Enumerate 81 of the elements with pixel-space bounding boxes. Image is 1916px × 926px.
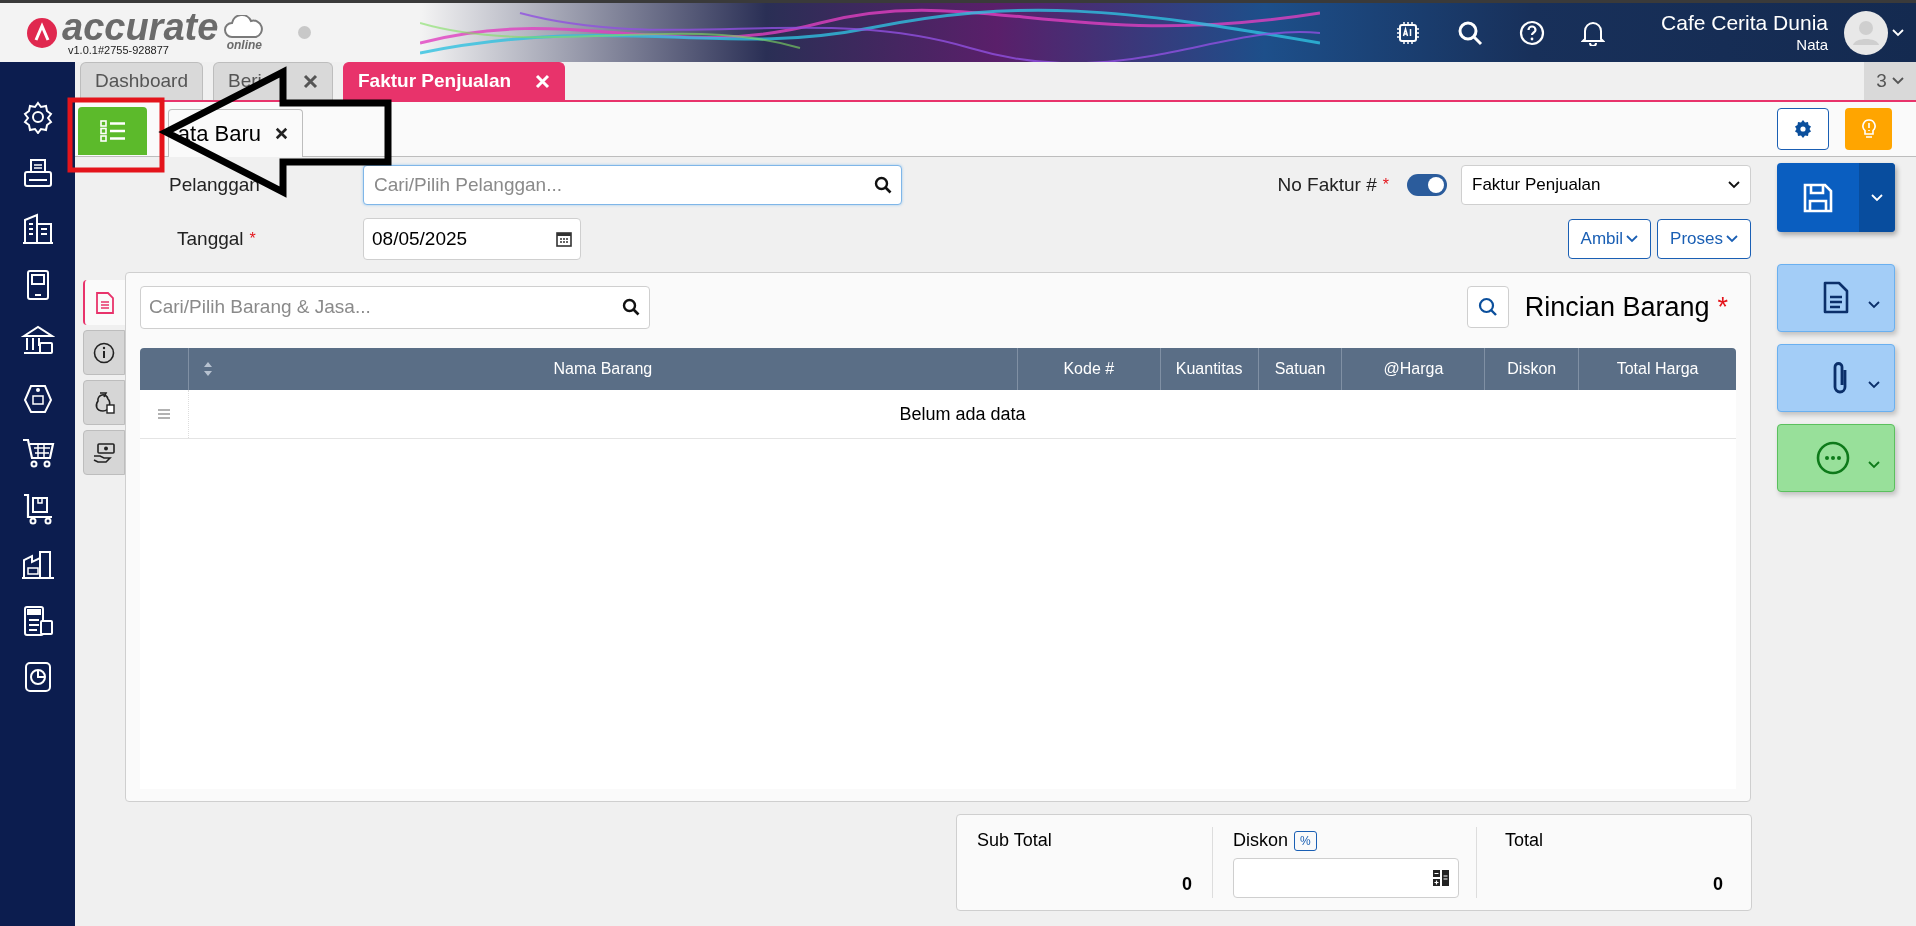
- item-search-field[interactable]: Cari/Pilih Barang & Jasa...: [140, 285, 650, 329]
- paperclip-menu-button[interactable]: [1777, 344, 1895, 412]
- bell-icon[interactable]: [1581, 19, 1606, 46]
- cloud-icon: [224, 14, 265, 39]
- company-name: Cafe Cerita Dunia: [1661, 10, 1828, 36]
- tab-count-dropdown[interactable]: 3: [1864, 62, 1916, 100]
- sort-icon[interactable]: [202, 361, 213, 377]
- chevron-down-icon: [1891, 77, 1904, 85]
- help-icon[interactable]: [1519, 19, 1546, 46]
- invoice-type-select[interactable]: Faktur Penjualan: [1461, 165, 1751, 205]
- total-label: Sub Total: [977, 829, 1053, 852]
- field-label: Tanggal: [177, 226, 244, 251]
- column-header[interactable]: Diskon: [1485, 348, 1580, 390]
- settings-button[interactable]: [1777, 108, 1829, 150]
- building-icon[interactable]: [20, 212, 55, 246]
- tab[interactable]: Dashboard: [80, 62, 203, 100]
- section-title: Rincian Barang: [1524, 290, 1710, 324]
- logo-icon: [26, 16, 58, 49]
- side-tab[interactable]: [83, 430, 125, 475]
- column-header[interactable]: Nama Barang: [188, 348, 1018, 390]
- total-value: 0: [1182, 873, 1192, 896]
- search-icon[interactable]: [1457, 19, 1484, 46]
- chevron-down-icon: [1726, 235, 1738, 243]
- chevron-down-icon: [1728, 181, 1740, 189]
- search-icon[interactable]: [874, 176, 892, 194]
- dropdown-button[interactable]: Proses: [1657, 219, 1751, 259]
- ai-chip-icon[interactable]: [1395, 19, 1422, 46]
- save-icon: [1802, 181, 1834, 214]
- dropdown-button[interactable]: Ambil: [1567, 219, 1652, 259]
- total-label: Diskon: [1233, 829, 1289, 852]
- field-label: Pelanggan: [169, 172, 261, 197]
- column-header[interactable]: Kuantitas: [1160, 348, 1259, 390]
- percent-toggle[interactable]: %: [1294, 830, 1317, 851]
- total-label: Total: [1505, 829, 1545, 852]
- required-mark: *: [1717, 290, 1728, 324]
- calculator-icon[interactable]: [1432, 869, 1450, 887]
- more-icon: [1816, 441, 1850, 475]
- date-field[interactable]: 08/05/2025: [363, 218, 581, 260]
- column-header[interactable]: Total Harga: [1579, 348, 1736, 390]
- side-tab[interactable]: [83, 330, 125, 375]
- required-mark: *: [249, 229, 256, 249]
- empty-message: Belum ada data: [899, 402, 1026, 426]
- column-header[interactable]: Kode #: [1017, 348, 1161, 390]
- list-icon: [99, 120, 126, 142]
- calendar-icon[interactable]: [556, 231, 572, 247]
- factory-icon[interactable]: [20, 548, 55, 582]
- chevron-down-icon: [1626, 235, 1639, 243]
- field-label: No Faktur #: [1277, 172, 1377, 197]
- more-menu-button[interactable]: [1777, 424, 1895, 492]
- column-header[interactable]: @Harga: [1342, 348, 1486, 390]
- chevron-down-icon: [1892, 28, 1904, 37]
- required-mark: *: [1382, 175, 1389, 195]
- logo-subtext: online: [226, 38, 262, 51]
- chevron-down-icon: [1868, 381, 1880, 389]
- version-text: v1.0.1#2755-928877: [67, 45, 170, 56]
- search-icon: [1477, 297, 1498, 317]
- drag-handle-icon[interactable]: [157, 409, 171, 419]
- user-name: Nata: [1796, 36, 1828, 55]
- close-icon[interactable]: [275, 127, 288, 140]
- document-icon: [1822, 281, 1850, 315]
- auto-number-toggle[interactable]: [1407, 174, 1447, 196]
- search-icon[interactable]: [622, 297, 640, 316]
- search-button[interactable]: [1466, 286, 1509, 328]
- avatar-icon[interactable]: [1844, 10, 1888, 55]
- tab[interactable]: Faktur Penjualan: [342, 62, 566, 100]
- column-header[interactable]: Satuan: [1258, 348, 1343, 390]
- document-icon: [95, 291, 115, 314]
- customer-search-field[interactable]: Cari/Pilih Pelanggan...: [363, 165, 902, 205]
- total-value: 0: [1713, 873, 1723, 896]
- chevron-down-icon: [1871, 193, 1883, 202]
- info-icon: [93, 341, 115, 364]
- chevron-down-icon: [1868, 461, 1880, 469]
- cart-icon[interactable]: [20, 436, 55, 470]
- settings-icon: [1794, 120, 1812, 138]
- logo-text: accurate: [62, 9, 219, 45]
- side-tab[interactable]: [83, 380, 125, 425]
- document-menu-button[interactable]: [1777, 264, 1895, 332]
- save-button[interactable]: [1777, 163, 1895, 232]
- cash-hand-icon: [92, 441, 116, 464]
- discount-field[interactable]: [1233, 858, 1459, 898]
- chevron-down-icon: [1868, 301, 1880, 309]
